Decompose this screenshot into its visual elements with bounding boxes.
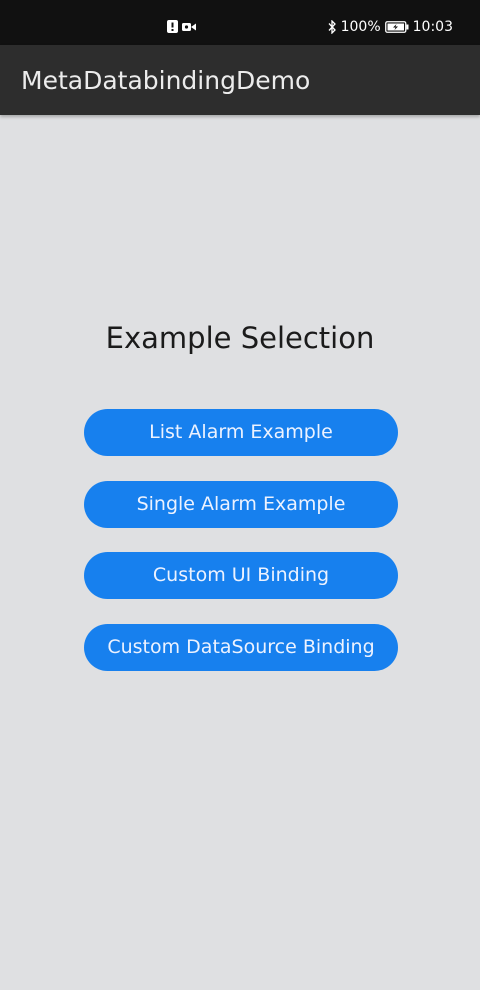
custom-datasource-binding-button[interactable]: Custom DataSource Binding — [84, 624, 398, 671]
battery-charging-icon — [384, 21, 409, 33]
bluetooth-icon — [328, 20, 337, 34]
page-title: Example Selection — [105, 321, 375, 355]
app-bar: MetaDatabindingDemo — [0, 45, 480, 115]
battery-percent: 100% — [340, 19, 381, 35]
custom-ui-binding-button[interactable]: Custom UI Binding — [84, 552, 398, 599]
status-system: 100% 10:03 — [328, 19, 453, 35]
status-notifications — [167, 20, 196, 33]
single-alarm-example-button[interactable]: Single Alarm Example — [84, 481, 398, 528]
app-title: MetaDatabindingDemo — [21, 66, 311, 95]
clock: 10:03 — [412, 19, 453, 35]
video-camera-icon — [182, 22, 196, 32]
list-alarm-example-button[interactable]: List Alarm Example — [84, 409, 398, 456]
status-bar: 100% 10:03 — [0, 0, 480, 45]
notification-alert-icon — [167, 20, 178, 33]
